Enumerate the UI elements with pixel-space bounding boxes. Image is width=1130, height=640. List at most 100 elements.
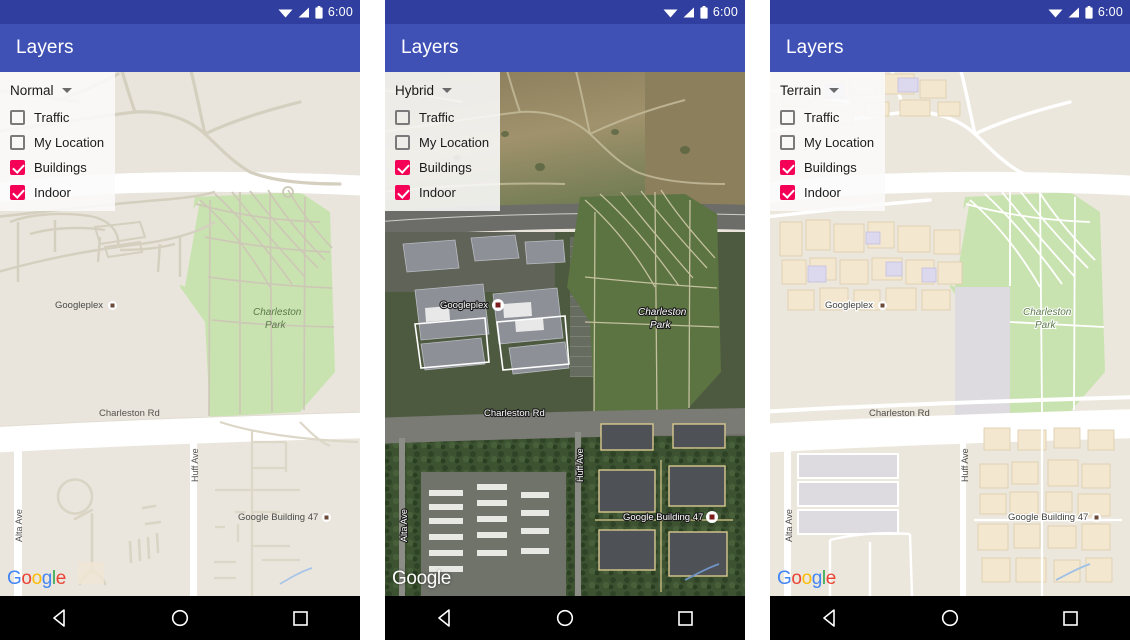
- checkbox-label-indoor: Indoor: [34, 185, 71, 200]
- map-type-spinner-normal[interactable]: Normal: [6, 79, 115, 105]
- checkbox-indoor[interactable]: [10, 185, 25, 200]
- home-icon[interactable]: [923, 596, 977, 640]
- signal-icon: [1068, 7, 1080, 18]
- checkbox-buildings[interactable]: [780, 160, 795, 175]
- battery-icon: [1085, 5, 1093, 19]
- checkbox-row-indoor[interactable]: Indoor: [391, 180, 500, 205]
- svg-text:Charleston Rd: Charleston Rd: [484, 408, 545, 419]
- checkbox-row-indoor[interactable]: Indoor: [776, 180, 885, 205]
- svg-text:Charleston Rd: Charleston Rd: [869, 408, 930, 419]
- map-type-spinner-hybrid[interactable]: Hybrid: [391, 79, 500, 105]
- checkbox-label-buildings: Buildings: [419, 160, 472, 175]
- svg-text:Alta Ave: Alta Ave: [784, 509, 794, 542]
- checkbox-label-traffic: Traffic: [419, 110, 455, 125]
- svg-text:Google Building 47: Google Building 47: [1008, 512, 1088, 523]
- panel-divider-1: [360, 0, 385, 640]
- checkbox-row-indoor[interactable]: Indoor: [6, 180, 115, 205]
- wifi-icon: [663, 7, 678, 18]
- checkbox-row-my-location[interactable]: My Location: [6, 130, 115, 155]
- google-attribution-terrain: Google: [777, 568, 836, 589]
- svg-text:Alta Ave: Alta Ave: [399, 509, 409, 542]
- checkbox-indoor[interactable]: [395, 185, 410, 200]
- checkbox-row-traffic[interactable]: Traffic: [391, 105, 500, 130]
- back-icon[interactable]: [803, 596, 857, 640]
- svg-text:Park: Park: [265, 320, 287, 331]
- panel-divider-2: [745, 0, 770, 640]
- chevron-down-icon: [829, 88, 840, 93]
- map-label-googleplex: Googleplex: [55, 300, 103, 311]
- checkbox-traffic[interactable]: [395, 110, 410, 125]
- nav-bar-normal: [0, 596, 360, 640]
- home-icon[interactable]: [538, 596, 592, 640]
- back-icon[interactable]: [33, 596, 87, 640]
- recents-icon[interactable]: [273, 596, 327, 640]
- map-type-value: Terrain: [780, 83, 822, 98]
- home-icon[interactable]: [153, 596, 207, 640]
- checkbox-row-traffic[interactable]: Traffic: [6, 105, 115, 130]
- checkbox-buildings[interactable]: [395, 160, 410, 175]
- page-title: Layers: [786, 37, 844, 58]
- checkbox-row-traffic[interactable]: Traffic: [776, 105, 885, 130]
- svg-text:Park: Park: [650, 320, 672, 331]
- nav-bar-terrain: [770, 596, 1130, 640]
- page-title: Layers: [16, 37, 74, 58]
- svg-text:Charleston: Charleston: [1023, 307, 1072, 318]
- screenshot-root: Googleplex Charleston Park Charleston Rd…: [0, 0, 1130, 640]
- google-attribution-hybrid: Google: [392, 568, 451, 589]
- status-bar-terrain: 6:00: [770, 0, 1130, 24]
- svg-text:Park: Park: [1035, 320, 1057, 331]
- chevron-down-icon: [61, 88, 72, 93]
- status-time: 6:00: [1097, 5, 1123, 19]
- status-time: 6:00: [327, 5, 353, 19]
- checkbox-indoor[interactable]: [780, 185, 795, 200]
- map-type-value: Hybrid: [395, 83, 435, 98]
- recents-icon[interactable]: [1043, 596, 1097, 640]
- app-bar-terrain: Layers: [770, 24, 1130, 72]
- battery-icon: [315, 5, 323, 19]
- checkbox-label-traffic: Traffic: [34, 110, 70, 125]
- status-time: 6:00: [712, 5, 738, 19]
- checkbox-label-traffic: Traffic: [804, 110, 840, 125]
- checkbox-label-buildings: Buildings: [804, 160, 857, 175]
- checkbox-row-my-location[interactable]: My Location: [776, 130, 885, 155]
- layers-panel-normal: Normal Traffic My Location Buildings Ind…: [0, 72, 115, 211]
- phone-screen-normal: Googleplex Charleston Park Charleston Rd…: [0, 0, 360, 640]
- svg-text:Huff Ave: Huff Ave: [575, 448, 585, 482]
- back-icon[interactable]: [418, 596, 472, 640]
- layers-panel-terrain: Terrain Traffic My Location Buildings In…: [770, 72, 885, 211]
- svg-text:Huff Ave: Huff Ave: [960, 448, 970, 482]
- checkbox-my-location[interactable]: [10, 135, 25, 150]
- signal-icon: [298, 7, 310, 18]
- wifi-icon: [278, 7, 293, 18]
- map-label-googleplex: Googleplex: [440, 300, 488, 311]
- checkbox-my-location[interactable]: [780, 135, 795, 150]
- recents-icon[interactable]: [658, 596, 712, 640]
- chevron-down-icon: [442, 88, 453, 93]
- checkbox-traffic[interactable]: [780, 110, 795, 125]
- map-type-spinner-terrain[interactable]: Terrain: [776, 79, 885, 105]
- checkbox-buildings[interactable]: [10, 160, 25, 175]
- app-bar-normal: Layers: [0, 24, 360, 72]
- checkbox-row-buildings[interactable]: Buildings: [6, 155, 115, 180]
- svg-text:Googleplex: Googleplex: [825, 300, 873, 311]
- checkbox-label-my-location: My Location: [419, 135, 490, 150]
- battery-icon: [700, 5, 708, 19]
- checkbox-row-my-location[interactable]: My Location: [391, 130, 500, 155]
- checkbox-row-buildings[interactable]: Buildings: [776, 155, 885, 180]
- svg-text:Charleston: Charleston: [253, 307, 302, 318]
- nav-bar-hybrid: [385, 596, 745, 640]
- checkbox-row-buildings[interactable]: Buildings: [391, 155, 500, 180]
- status-bar-hybrid: 6:00: [385, 0, 745, 24]
- svg-text:Huff Ave: Huff Ave: [190, 448, 200, 482]
- app-bar-hybrid: Layers: [385, 24, 745, 72]
- checkbox-traffic[interactable]: [10, 110, 25, 125]
- svg-text:Charleston Rd: Charleston Rd: [99, 408, 160, 419]
- svg-text:Alta Ave: Alta Ave: [14, 509, 24, 542]
- checkbox-my-location[interactable]: [395, 135, 410, 150]
- wifi-icon: [1048, 7, 1063, 18]
- phone-screen-terrain: Googleplex Charleston Park Charleston Rd…: [770, 0, 1130, 640]
- status-bar-normal: 6:00: [0, 0, 360, 24]
- svg-text:Google Building 47: Google Building 47: [238, 512, 318, 523]
- phone-screen-hybrid: Googleplex Charleston Park Charleston Rd…: [385, 0, 745, 640]
- svg-text:Charleston: Charleston: [638, 307, 687, 318]
